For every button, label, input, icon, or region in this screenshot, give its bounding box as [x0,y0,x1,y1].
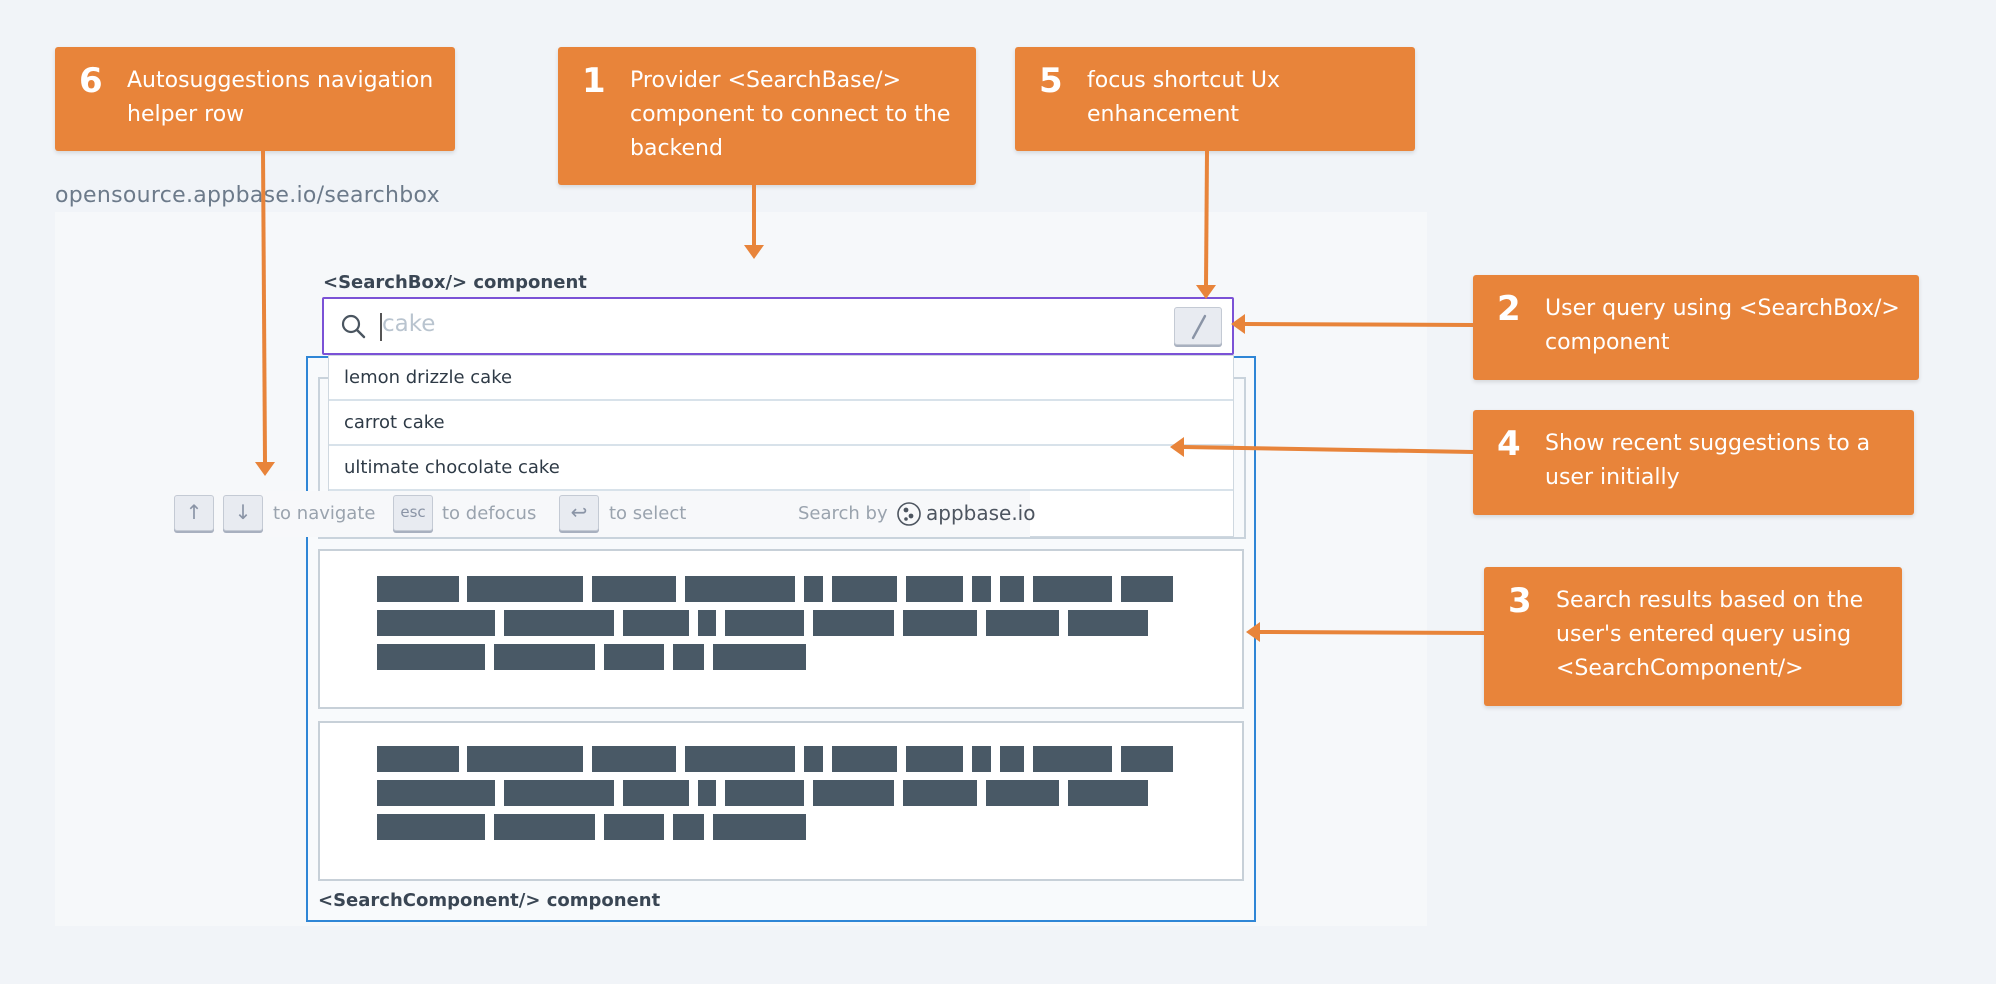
defocus-hint: to defocus [442,503,537,524]
text-placeholder [725,610,804,636]
callout-3-number: 3 [1508,581,1532,621]
callout-6-text: Autosuggestions navigation helper row [127,68,434,127]
searchcomponent-label: <SearchComponent/> component [318,890,661,911]
appbase-brand: appbase.io [926,501,1036,525]
callout-2: 2 User query using <SearchBox/> componen… [1473,275,1919,380]
text-placeholder [832,576,897,602]
result-card[interactable] [318,549,1244,709]
text-placeholder [813,610,894,636]
text-placeholder [504,610,614,636]
text-placeholder [377,644,485,670]
callout-5: 5 focus shortcut Ux enhancement [1015,47,1415,151]
callout-6: 6 Autosuggestions navigation helper row [55,47,455,151]
text-placeholder [903,610,977,636]
text-placeholder [1033,576,1112,602]
callout-2-text: User query using <SearchBox/> component [1545,296,1900,355]
callout-2-number: 2 [1497,289,1521,329]
text-placeholder [903,780,977,806]
slash-icon [1191,314,1207,340]
text-placeholder [377,814,485,840]
appbase-logo-icon [897,502,921,526]
callout-1-number: 1 [582,61,606,101]
text-placeholder [685,576,795,602]
text-placeholder [725,780,804,806]
search-input[interactable]: cake [322,297,1234,355]
text-placeholder [592,576,676,602]
esc-key: esc [393,495,433,531]
callout-5-text: focus shortcut Ux enhancement [1087,68,1281,127]
callout-3-text: Search results based on the user's enter… [1556,588,1864,681]
text-placeholder [1121,746,1173,772]
text-placeholder [1121,576,1173,602]
text-placeholder [377,610,495,636]
text-placeholder [713,814,806,840]
up-key: ↑ [174,495,214,531]
text-placeholder [804,746,823,772]
text-placeholder [1068,780,1148,806]
text-placeholder [685,746,795,772]
text-placeholder [906,576,963,602]
text-placeholder [604,814,664,840]
navigation-helper-row: ↑ ↓ to navigate esc to defocus ↩ to sele… [174,491,1035,537]
text-placeholder [1068,610,1148,636]
callout-5-number: 5 [1039,61,1063,101]
text-placeholder [494,814,595,840]
text-placeholder [377,576,459,602]
callout-6-number: 6 [79,61,103,101]
focus-shortcut-key[interactable] [1174,307,1222,345]
select-hint: to select [609,503,687,524]
text-placeholder [623,780,689,806]
callout-1: 1 Provider <SearchBase/> component to co… [558,47,976,185]
text-placeholder [698,780,716,806]
text-placeholder [1000,576,1024,602]
search-placeholder: cake [382,311,436,337]
search-icon [341,314,366,339]
enter-key: ↩ [559,495,599,531]
callout-4-number: 4 [1497,424,1521,464]
text-placeholder [906,746,963,772]
text-placeholder [604,644,664,670]
navigate-hint: to navigate [273,503,376,524]
text-placeholder [504,780,614,806]
text-placeholder [986,610,1059,636]
text-placeholder [804,576,823,602]
suggestion-item[interactable]: carrot cake [329,401,1233,446]
callout-1-text: Provider <SearchBase/> component to conn… [630,68,951,161]
text-placeholder [467,746,583,772]
search-by-text: Search by [798,503,888,524]
text-placeholder [494,644,595,670]
searchbox-label: <SearchBox/> component [323,272,587,293]
text-placeholder [713,644,806,670]
suggestion-item[interactable]: ultimate chocolate cake [329,446,1233,491]
text-placeholder [972,576,991,602]
suggestion-item[interactable]: lemon drizzle cake [329,356,1233,401]
result-card[interactable] [318,721,1244,881]
callout-4: 4 Show recent suggestions to a user init… [1473,410,1914,515]
text-placeholder [592,746,676,772]
text-placeholder [1000,746,1024,772]
text-placeholder [673,814,704,840]
text-placeholder [377,746,459,772]
text-placeholder [673,644,704,670]
callout-4-text: Show recent suggestions to a user initia… [1545,431,1871,490]
text-placeholder [986,780,1059,806]
text-placeholder [698,610,716,636]
text-placeholder [623,610,689,636]
text-placeholder [1033,746,1112,772]
callout-3: 3 Search results based on the user's ent… [1484,567,1902,706]
text-placeholder [972,746,991,772]
down-key: ↓ [223,495,263,531]
text-placeholder [467,576,583,602]
text-placeholder [813,780,894,806]
site-url: opensource.appbase.io/searchbox [55,183,440,208]
text-placeholder [377,780,495,806]
text-placeholder [832,746,897,772]
